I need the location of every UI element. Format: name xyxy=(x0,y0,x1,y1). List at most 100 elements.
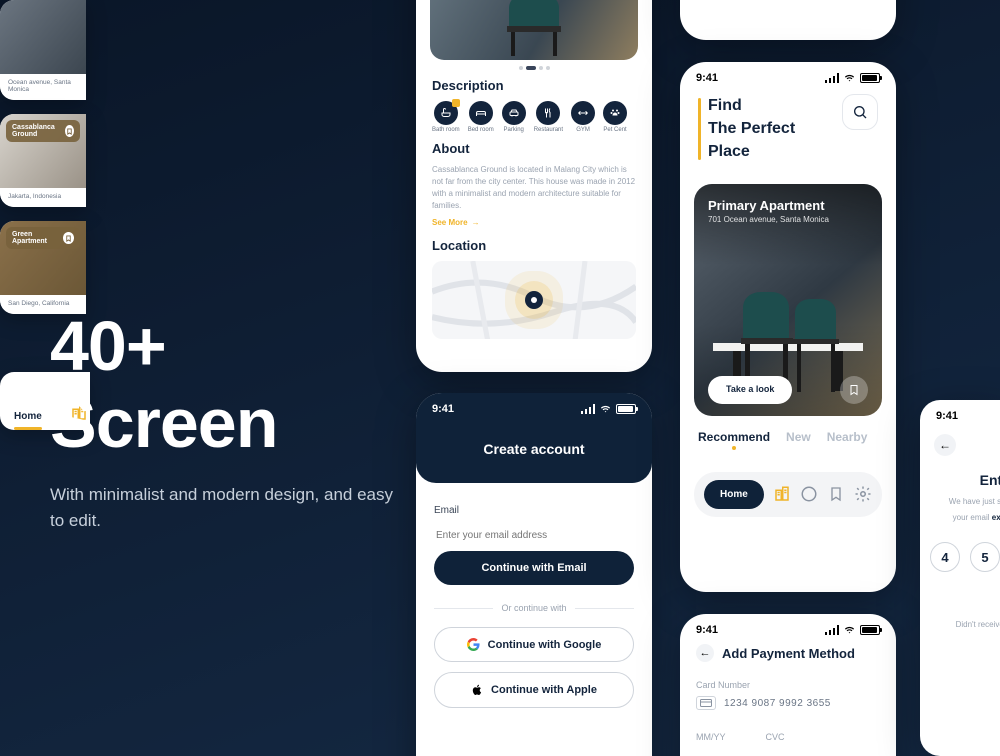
bookmark-button[interactable] xyxy=(840,376,868,404)
location-map[interactable] xyxy=(432,261,636,339)
status-time: 9:41 xyxy=(936,410,958,422)
take-look-button[interactable]: Take a look xyxy=(708,376,792,404)
listing-caption: Ocean avenue, Santa Monica xyxy=(0,74,86,100)
building-icon xyxy=(773,485,791,503)
listing-card[interactable]: Green Apartment San Diego, California xyxy=(0,221,86,314)
bathroom-icon xyxy=(434,101,458,125)
status-time: 9:41 xyxy=(696,72,718,84)
listing-badge: Green Apartment xyxy=(6,227,80,249)
status-bar: 9:41 xyxy=(680,62,896,88)
battery-icon xyxy=(860,625,880,635)
hero-text: 40+ Screen With minimalist and modern de… xyxy=(50,308,400,533)
status-bar: 9:41 xyxy=(416,393,652,419)
pagination-dots xyxy=(416,66,652,70)
parking-icon xyxy=(502,101,526,125)
search-icon xyxy=(852,104,868,120)
signal-icon xyxy=(825,73,839,83)
bookmark-icon xyxy=(848,384,860,396)
card-number-label: Card Number xyxy=(696,680,880,690)
nav-home[interactable]: Home xyxy=(704,480,764,509)
category-tabs: Recommend New Nearby xyxy=(680,416,896,444)
otp-inputs: 4 5 xyxy=(920,542,1000,572)
expiry-label: MM/YY xyxy=(696,732,726,742)
description-heading: Description xyxy=(432,78,636,93)
about-body: Cassablanca Ground is located in Malang … xyxy=(432,164,636,212)
listing-image xyxy=(0,0,86,74)
continue-apple-button[interactable]: Continue with Apple xyxy=(434,672,634,708)
tab-nearby[interactable]: Nearby xyxy=(827,430,868,444)
battery-icon xyxy=(616,404,636,414)
create-account-title: Create account xyxy=(416,441,652,457)
hero-subtitle: With minimalist and modern design, and e… xyxy=(50,482,400,533)
amenity-parking[interactable]: Parking xyxy=(502,101,526,133)
arrow-left-icon: ← xyxy=(700,647,711,659)
screen-description: Description Bath room Bed room Parking R… xyxy=(416,0,652,372)
nav-home-tab[interactable]: Home xyxy=(14,411,42,422)
about-heading: About xyxy=(432,141,636,156)
bookmark-icon xyxy=(63,232,74,244)
apartment-card[interactable]: Primary Apartment 701 Ocean avenue, Sant… xyxy=(694,184,882,416)
nav-saved[interactable] xyxy=(827,485,845,503)
nav-chat[interactable] xyxy=(800,485,818,503)
amenity-restaurant[interactable]: Restaurant xyxy=(534,101,563,133)
signal-icon xyxy=(825,625,839,635)
tab-recommend[interactable]: Recommend xyxy=(698,430,770,444)
back-button[interactable]: ← xyxy=(934,434,956,456)
arrow-left-icon: ← xyxy=(939,438,951,452)
screen-blank xyxy=(680,0,896,40)
status-bar: 9:41 xyxy=(920,400,1000,426)
back-button[interactable]: ← xyxy=(696,644,714,662)
search-button[interactable] xyxy=(842,94,878,130)
amenity-bathroom[interactable]: Bath room xyxy=(432,101,460,133)
tab-new[interactable]: New xyxy=(786,430,811,444)
listing-badge: Cassablanca Ground xyxy=(6,120,80,142)
email-input[interactable] xyxy=(434,524,634,551)
listing-card[interactable]: Ocean avenue, Santa Monica xyxy=(0,0,86,100)
amenity-pet[interactable]: Pet Cent xyxy=(603,101,627,133)
screen-payment: 9:41 ← Add Payment Method Card Number MM… xyxy=(680,614,896,756)
apple-icon xyxy=(471,683,483,697)
listing-caption: Jakarta, Indonesia xyxy=(0,188,86,207)
card-icon xyxy=(696,696,716,710)
bookmark-icon xyxy=(65,125,74,137)
listing-card[interactable]: Cassablanca Ground Jakarta, Indonesia xyxy=(0,114,86,207)
continue-google-button[interactable]: Continue with Google xyxy=(434,627,634,662)
listing-image: Green Apartment xyxy=(0,221,86,295)
bottom-nav: Home xyxy=(694,472,882,517)
otp-digit[interactable]: 5 xyxy=(970,542,1000,572)
see-more-link[interactable]: See More→ xyxy=(432,218,480,227)
continue-email-button[interactable]: Continue with Email xyxy=(434,551,634,585)
status-bar: 9:41 xyxy=(680,614,896,640)
amenity-bedroom[interactable]: Bed room xyxy=(468,101,494,133)
find-title: FindThe PerfectPlace xyxy=(698,94,795,164)
wifi-icon xyxy=(843,625,856,635)
chat-icon xyxy=(800,485,818,503)
amenities-row: Bath room Bed room Parking Restaurant GY… xyxy=(432,101,636,133)
restaurant-icon xyxy=(536,101,560,125)
arrow-right-icon: → xyxy=(472,218,480,227)
payment-title: Add Payment Method xyxy=(722,646,855,661)
hero-title: 40+ Screen xyxy=(50,308,400,462)
nav-explore[interactable] xyxy=(773,485,791,503)
wifi-icon xyxy=(843,73,856,83)
bedroom-icon xyxy=(469,101,493,125)
screen-find-place: 9:41 FindThe PerfectPlace Primary Apartm… xyxy=(680,62,896,592)
wifi-icon xyxy=(599,404,612,414)
email-label: Email xyxy=(434,505,634,516)
otp-digit[interactable]: 4 xyxy=(930,542,960,572)
battery-icon xyxy=(860,73,880,83)
otp-sub2: your email exan xyxy=(920,512,1000,524)
otp-sub1: We have just sen xyxy=(920,496,1000,508)
listing-image: Cassablanca Ground xyxy=(0,114,86,188)
card-address: 701 Ocean avenue, Santa Monica xyxy=(708,215,829,224)
cvc-label: CVC xyxy=(766,732,785,742)
card-number-input[interactable] xyxy=(724,698,856,709)
or-divider: Or continue with xyxy=(434,603,634,613)
hero-image xyxy=(430,0,638,60)
screen-create-account: 9:41 Create account Email Continue with … xyxy=(416,393,652,756)
map-pin-icon xyxy=(525,291,543,309)
screen-otp: 9:41 ← Ente We have just sen your email … xyxy=(920,400,1000,756)
nav-settings[interactable] xyxy=(854,485,872,503)
gym-icon xyxy=(571,101,595,125)
amenity-gym[interactable]: GYM xyxy=(571,101,595,133)
